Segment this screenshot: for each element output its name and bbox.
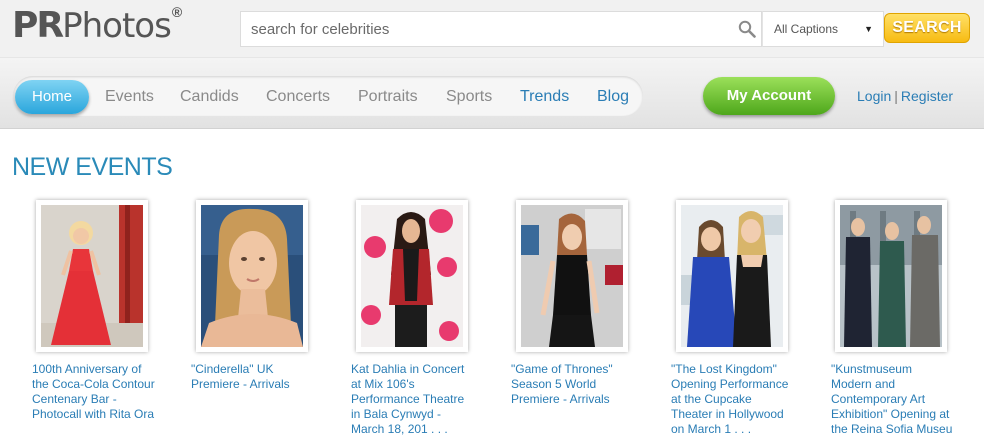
event-caption[interactable]: "The Lost Kingdom" Opening Performance a… [671,362,795,437]
search-input[interactable] [240,11,762,47]
event-photo-image [681,205,783,347]
site-header: PR Photos ® All Captions ▼ SEARCH [0,0,984,57]
event-caption[interactable]: "Kunstmuseum Modern and Contemporary Art… [831,362,955,437]
event-thumbnail[interactable] [835,200,947,352]
nav-item-concerts[interactable]: Concerts [266,80,330,114]
triangle-down-icon: ▼ [864,24,873,34]
nav-item-trends[interactable]: Trends [520,80,569,114]
nav-item-blog[interactable]: Blog [597,80,629,114]
prphotos-logo[interactable]: PR Photos ® [12,4,183,46]
event-thumbnail[interactable] [36,200,148,352]
auth-separator: | [894,88,898,104]
event-caption[interactable]: "Cinderella" UK Premiere - Arrivals [191,362,315,392]
events-grid: 100th Anniversary of the Coca-Cola Conto… [0,200,984,443]
logo-text-pr: PR [12,5,64,46]
section-title: NEW EVENTS [12,153,173,181]
nav-item-sports[interactable]: Sports [446,80,492,114]
auth-links: Login | Register [857,88,953,104]
login-link[interactable]: Login [857,88,891,104]
nav-item-home[interactable]: Home [15,80,89,114]
registered-mark: ® [171,4,183,20]
event-caption[interactable]: Kat Dahlia in Concert at Mix 106's Perfo… [351,362,475,437]
logo-text-photos: Photos [62,6,172,46]
event-photo-image [840,205,942,347]
magnifier-icon[interactable] [738,20,756,38]
caption-filter-value: All Captions [774,22,839,36]
search-bar: All Captions ▼ SEARCH [240,11,972,47]
event-thumbnail[interactable] [516,200,628,352]
main-nav-bar: Home Events Candids Concerts Portraits S… [0,57,984,129]
nav-item-candids[interactable]: Candids [180,80,239,114]
register-link[interactable]: Register [901,88,953,104]
event-thumbnail[interactable] [356,200,468,352]
caption-filter-select[interactable]: All Captions ▼ [762,11,884,47]
nav-item-portraits[interactable]: Portraits [358,80,418,114]
event-photo-image [521,205,623,347]
search-button[interactable]: SEARCH [884,13,970,43]
nav-item-events[interactable]: Events [105,80,154,114]
event-caption[interactable]: "Game of Thrones" Season 5 World Premier… [511,362,635,407]
event-photo-image [361,205,463,347]
event-thumbnail[interactable] [196,200,308,352]
my-account-button[interactable]: My Account [703,77,835,115]
event-caption[interactable]: 100th Anniversary of the Coca-Cola Conto… [32,362,156,422]
event-photo-image [41,205,143,347]
event-thumbnail[interactable] [676,200,788,352]
event-photo-image [201,205,303,347]
